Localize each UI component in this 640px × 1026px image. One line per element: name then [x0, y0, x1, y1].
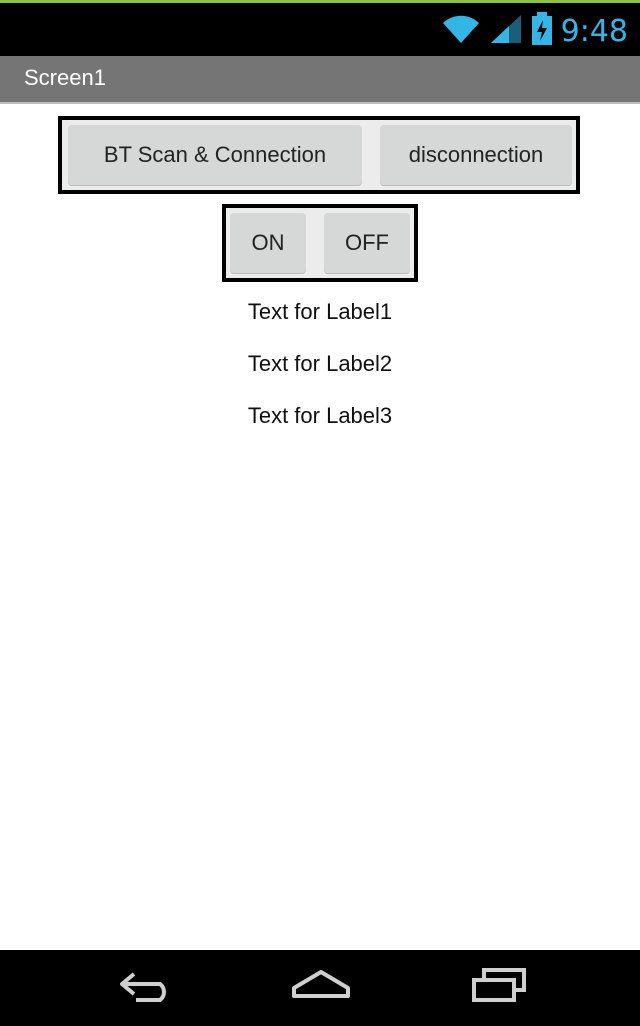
signal-icon	[489, 13, 523, 50]
label-1: Text for Label1	[247, 299, 393, 324]
screen-title: Screen1	[24, 65, 106, 90]
battery-icon	[531, 11, 553, 51]
off-button[interactable]: OFF	[324, 213, 410, 273]
bt-scan-connection-button[interactable]: BT Scan & Connection	[68, 125, 362, 185]
disconnection-button[interactable]: disconnection	[380, 125, 572, 185]
home-icon[interactable]	[290, 966, 352, 1011]
connection-button-row: BT Scan & Connection disconnection	[58, 116, 580, 194]
wifi-icon	[441, 13, 481, 50]
on-button[interactable]: ON	[230, 213, 306, 273]
label-2: Text for Label2	[247, 351, 393, 376]
status-icons: 9:48	[441, 9, 628, 53]
label-3: Text for Label3	[247, 403, 393, 428]
status-time: 9:48	[560, 13, 628, 49]
back-icon[interactable]	[116, 966, 176, 1011]
navigation-bar	[0, 950, 640, 1026]
recent-apps-icon[interactable]	[468, 966, 530, 1011]
power-button-row: ON OFF	[222, 204, 418, 282]
title-bar: Screen1	[0, 56, 640, 104]
status-bar: 9:48	[0, 0, 640, 56]
